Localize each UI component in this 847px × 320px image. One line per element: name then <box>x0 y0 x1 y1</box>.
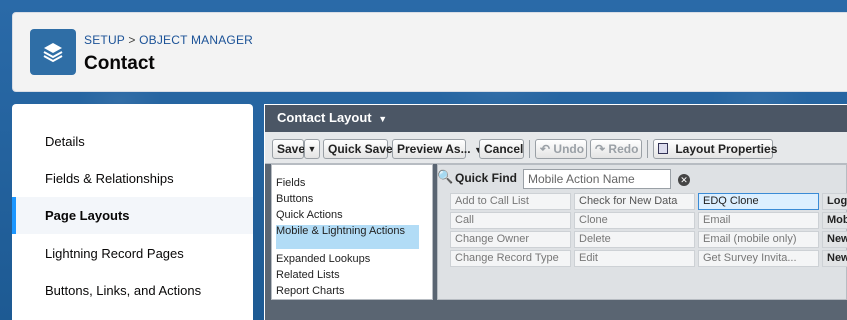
object-header: SETUP > OBJECT MANAGER Contact <box>12 12 847 92</box>
palette-area: Fields Buttons Quick Actions Mobile & Li… <box>270 164 847 304</box>
quick-find-input[interactable] <box>523 169 671 189</box>
redo-button[interactable]: ↷ Redo <box>590 139 642 159</box>
category-buttons[interactable]: Buttons <box>276 193 313 205</box>
layout-properties-button[interactable]: Layout Properties <box>653 139 777 159</box>
toolbar-divider <box>529 140 530 158</box>
page-title: Contact <box>84 53 155 74</box>
sidebar-item-buttons-links-actions[interactable]: Buttons, Links, and Actions <box>12 272 253 309</box>
category-quick-actions[interactable]: Quick Actions <box>276 209 343 221</box>
category-report-charts[interactable]: Report Charts <box>276 285 344 297</box>
palette-item[interactable]: Check for New Data <box>574 193 695 210</box>
clear-icon[interactable]: ✕ <box>678 174 690 186</box>
layout-title: Contact Layout <box>277 110 372 125</box>
palette-item[interactable]: Add to Call List <box>450 193 571 210</box>
redo-icon: ↷ <box>595 142 606 156</box>
layers-icon <box>30 29 76 75</box>
palette-item[interactable]: Email <box>698 212 819 229</box>
layout-editor: Contact Layout ▼ Save ▼ Quick Save Previ… <box>264 104 847 320</box>
palette-item[interactable]: Clone <box>574 212 695 229</box>
undo-label: Undo <box>553 142 585 156</box>
category-mobile-lightning-actions[interactable]: Mobile & Lightning Actions <box>276 225 419 249</box>
sidebar-item-lightning-record-pages[interactable]: Lightning Record Pages <box>12 235 253 272</box>
preview-as-button[interactable]: Preview As... ▼ <box>392 139 483 159</box>
palette-item[interactable]: Mobi <box>822 212 847 229</box>
preview-as-label: Preview As... <box>397 142 471 156</box>
save-menu-chevron-icon[interactable]: ▼ <box>304 139 320 159</box>
breadcrumb-setup-link[interactable]: SETUP <box>84 33 125 47</box>
palette-item[interactable]: Change Record Type <box>450 250 571 267</box>
toolbar-divider <box>647 140 648 158</box>
palette-items: 🔍 Quick Find ✕ Add to Call List Check fo… <box>437 164 847 300</box>
palette-item[interactable]: Delete <box>574 231 695 248</box>
object-manager-sidebar: Details Fields & Relationships Page Layo… <box>12 104 253 320</box>
layout-toolbar: Save ▼ Quick Save Preview As... ▼ Cancel… <box>265 132 847 164</box>
quick-find-label: Quick Find <box>455 171 518 185</box>
palette-category-list: Fields Buttons Quick Actions Mobile & Li… <box>271 164 433 300</box>
search-icon: 🔍 <box>437 169 454 184</box>
redo-label: Redo <box>608 142 639 156</box>
palette-item[interactable]: EDQ Clone <box>698 193 819 210</box>
cancel-button[interactable]: Cancel <box>479 139 524 159</box>
sidebar-item-details[interactable]: Details <box>12 123 253 160</box>
properties-icon <box>658 143 668 154</box>
palette-item[interactable]: Change Owner <box>450 231 571 248</box>
palette-item[interactable]: New C <box>822 250 847 267</box>
palette-item[interactable]: Email (mobile only) <box>698 231 819 248</box>
save-button[interactable]: Save <box>272 139 305 159</box>
quick-save-button[interactable]: Quick Save <box>323 139 393 159</box>
layout-title-menu[interactable]: Contact Layout ▼ <box>265 105 847 132</box>
sidebar-item-page-layouts[interactable]: Page Layouts <box>12 197 253 234</box>
category-expanded-lookups[interactable]: Expanded Lookups <box>276 253 370 265</box>
layout-properties-label: Layout Properties <box>675 142 778 156</box>
palette-item[interactable]: New A <box>822 231 847 248</box>
palette-item[interactable]: Edit <box>574 250 695 267</box>
palette-item[interactable]: Get Survey Invita... <box>698 250 819 267</box>
sidebar-item-fields-relationships[interactable]: Fields & Relationships <box>12 160 253 197</box>
breadcrumb-separator: > <box>128 33 136 47</box>
undo-icon: ↶ <box>540 142 551 156</box>
breadcrumb-object-manager-link[interactable]: OBJECT MANAGER <box>139 33 253 47</box>
category-related-lists[interactable]: Related Lists <box>276 269 340 281</box>
palette-item[interactable]: Log a <box>822 193 847 210</box>
breadcrumb: SETUP > OBJECT MANAGER <box>84 33 253 47</box>
undo-button[interactable]: ↶ Undo <box>535 139 587 159</box>
palette-item[interactable]: Call <box>450 212 571 229</box>
category-fields[interactable]: Fields <box>276 177 305 189</box>
chevron-down-icon: ▼ <box>378 114 388 124</box>
